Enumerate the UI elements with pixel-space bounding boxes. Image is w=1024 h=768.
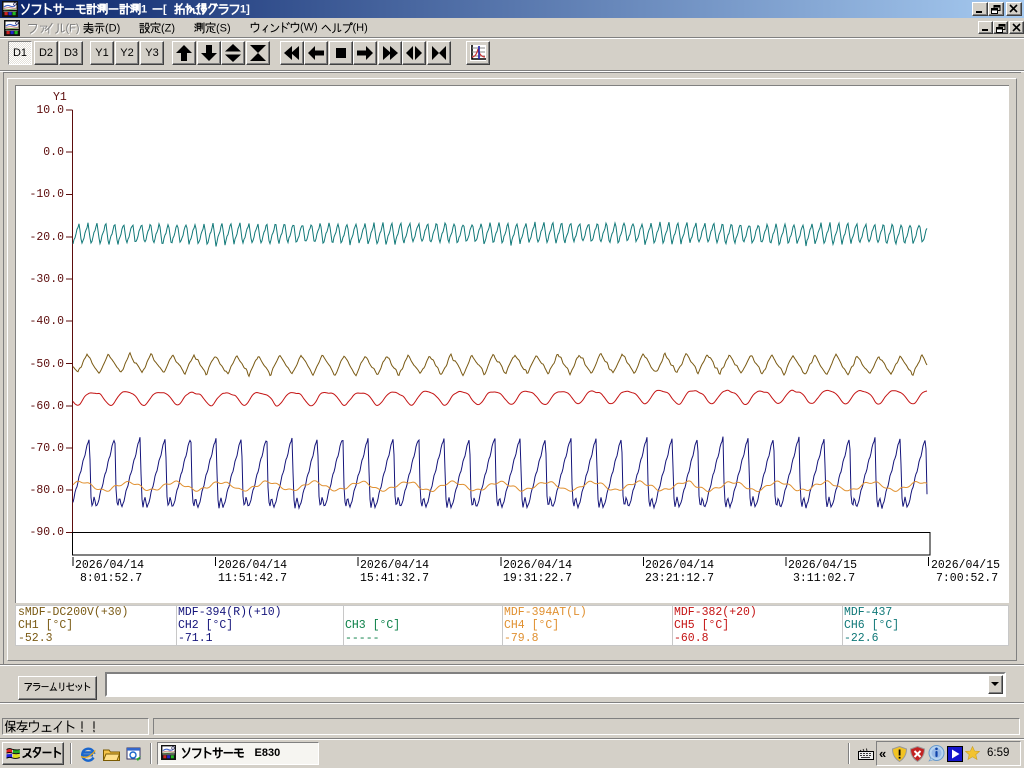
svg-text:(H): (H) [353, 22, 368, 34]
svg-text:E830: E830 [255, 747, 281, 759]
svg-text:ァ: ァ [38, 22, 49, 34]
svg-text:(W): (W) [300, 22, 318, 34]
svg-text:1]: 1] [240, 3, 250, 15]
svg-text:(Z): (Z) [161, 22, 175, 34]
svg-text:(S): (S) [216, 22, 231, 34]
svg-text:1: 1 [141, 3, 147, 15]
svg-text:(D): (D) [105, 22, 120, 34]
svg-text:[: [ [163, 3, 167, 15]
svg-text:(F): (F) [66, 22, 80, 34]
